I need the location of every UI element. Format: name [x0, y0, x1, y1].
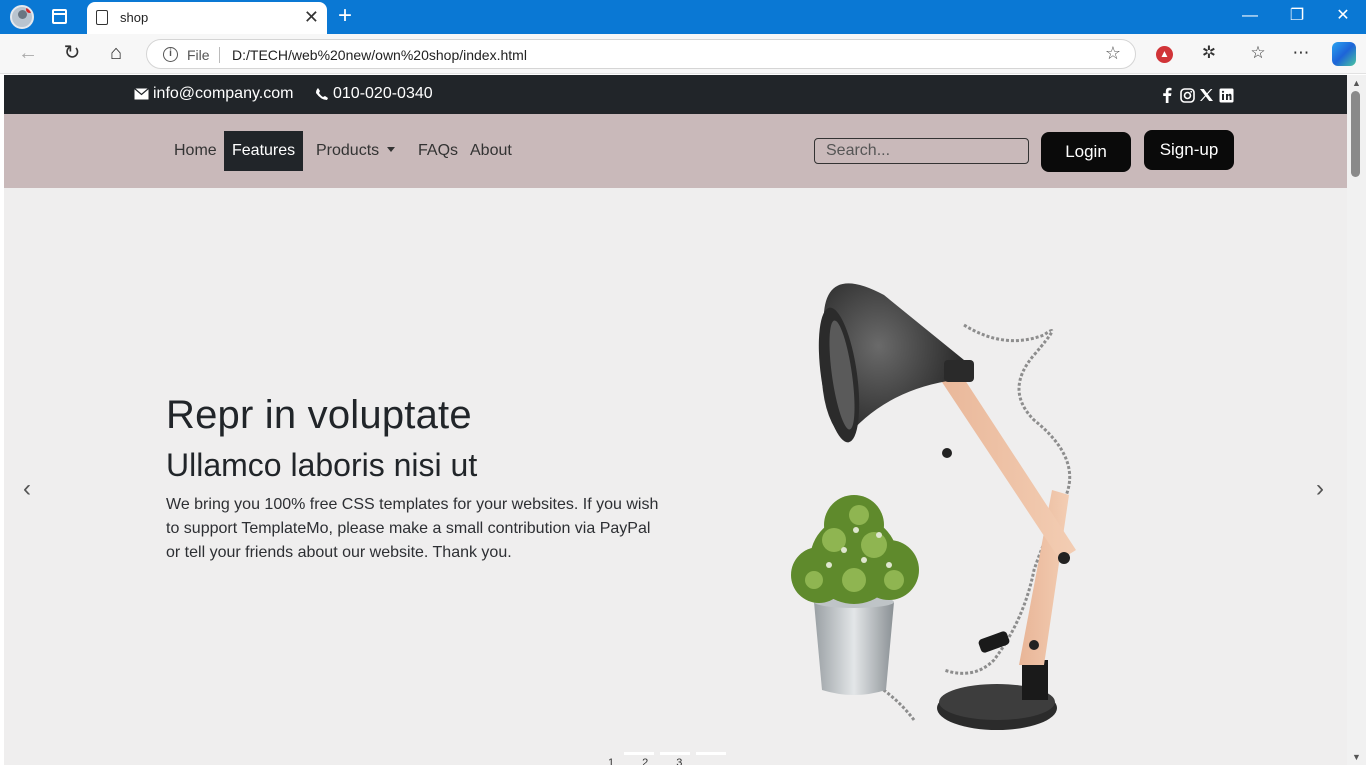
address-separator: [219, 47, 220, 63]
contact-bar: info@company.com 010-020-0340: [4, 75, 1347, 114]
email-text: info@company.com: [153, 85, 294, 102]
main-navbar: Home Features Products FAQs About Login …: [4, 114, 1347, 188]
facebook-icon[interactable]: [1159, 87, 1175, 103]
favorite-star-icon[interactable]: ☆: [1105, 43, 1121, 64]
indicator-number: 1: [608, 757, 643, 765]
home-icon[interactable]: ⌂: [104, 42, 128, 64]
profile-avatar-icon[interactable]: [10, 5, 34, 29]
nav-products-dropdown[interactable]: Products: [308, 131, 403, 171]
nav-features[interactable]: Features: [224, 131, 304, 171]
hero-title: Repr in voluptate: [166, 393, 472, 437]
browser-tab-shop[interactable]: shop ✕: [87, 2, 327, 34]
linkedin-icon[interactable]: [1218, 87, 1234, 103]
search-input[interactable]: [814, 138, 1029, 164]
instagram-icon[interactable]: [1179, 87, 1195, 103]
login-button[interactable]: Login: [1041, 132, 1131, 172]
indicator-number: 3: [676, 757, 711, 765]
scroll-down-icon[interactable]: ▼: [1352, 752, 1361, 762]
browser-titlebar: shop ✕ + — ❐ ✕: [0, 0, 1366, 34]
tab-actions-icon[interactable]: [52, 9, 67, 24]
indicator-number: 2: [642, 757, 677, 765]
page-icon: [96, 10, 108, 25]
tab-title: shop: [120, 10, 149, 25]
hero-subtitle: Ullamco laboris nisi ut: [166, 447, 478, 483]
page-scrollbar[interactable]: ▲ ▼: [1347, 75, 1366, 765]
nav-home[interactable]: Home: [166, 131, 225, 171]
x-icon[interactable]: [1198, 87, 1214, 103]
scroll-thumb[interactable]: [1351, 91, 1360, 177]
page-viewport: info@company.com 010-020-0340 Home Featu…: [4, 75, 1347, 765]
nav-products-label: Products: [316, 142, 380, 159]
minimize-icon[interactable]: —: [1240, 6, 1260, 26]
browser-toolbar: ← ↻ ⌂ i File D:/TECH/web%20new/own%20sho…: [0, 34, 1366, 74]
carousel-indicator[interactable]: [660, 752, 690, 755]
copilot-icon[interactable]: [1332, 42, 1356, 66]
info-icon[interactable]: i: [163, 47, 178, 62]
carousel-next-button[interactable]: ›: [1316, 475, 1324, 503]
new-tab-icon[interactable]: +: [338, 3, 352, 29]
email-link[interactable]: info@company.com: [134, 85, 293, 103]
close-tab-icon[interactable]: ✕: [304, 7, 319, 27]
hero-text: We bring you 100% free CSS templates for…: [166, 496, 659, 561]
restore-icon[interactable]: ❐: [1287, 6, 1307, 26]
carousel-indicator-numbers: 123: [608, 757, 710, 765]
more-menu-icon[interactable]: ⋯: [1291, 43, 1311, 63]
extensions-puzzle-icon[interactable]: ✲: [1199, 43, 1219, 63]
envelope-icon: [134, 88, 149, 100]
address-scheme: File: [187, 47, 210, 63]
extension-icon[interactable]: ▲: [1156, 46, 1173, 63]
scroll-up-icon[interactable]: ▲: [1352, 78, 1361, 88]
phone-text: 010-020-0340: [333, 85, 433, 102]
nav-faqs[interactable]: FAQs: [410, 131, 466, 171]
phone-link[interactable]: 010-020-0340: [315, 85, 433, 103]
nav-about[interactable]: About: [462, 131, 520, 171]
address-bar[interactable]: i File D:/TECH/web%20new/own%20shop/inde…: [146, 39, 1136, 69]
carousel-indicator[interactable]: [624, 752, 654, 755]
carousel-indicators: [624, 752, 726, 755]
refresh-icon[interactable]: ↻: [60, 42, 84, 64]
phone-icon: [316, 88, 328, 100]
signup-button[interactable]: Sign-up: [1144, 130, 1234, 170]
caret-down-icon: [387, 147, 396, 152]
back-icon[interactable]: ←: [16, 42, 40, 64]
hero-product-image: [791, 283, 1076, 730]
address-url[interactable]: D:/TECH/web%20new/own%20shop/index.html: [232, 47, 527, 63]
carousel-prev-button[interactable]: ‹: [23, 475, 31, 503]
close-window-icon[interactable]: ✕: [1333, 6, 1353, 26]
favorites-icon[interactable]: ☆: [1248, 43, 1268, 63]
carousel-indicator[interactable]: [696, 752, 726, 755]
